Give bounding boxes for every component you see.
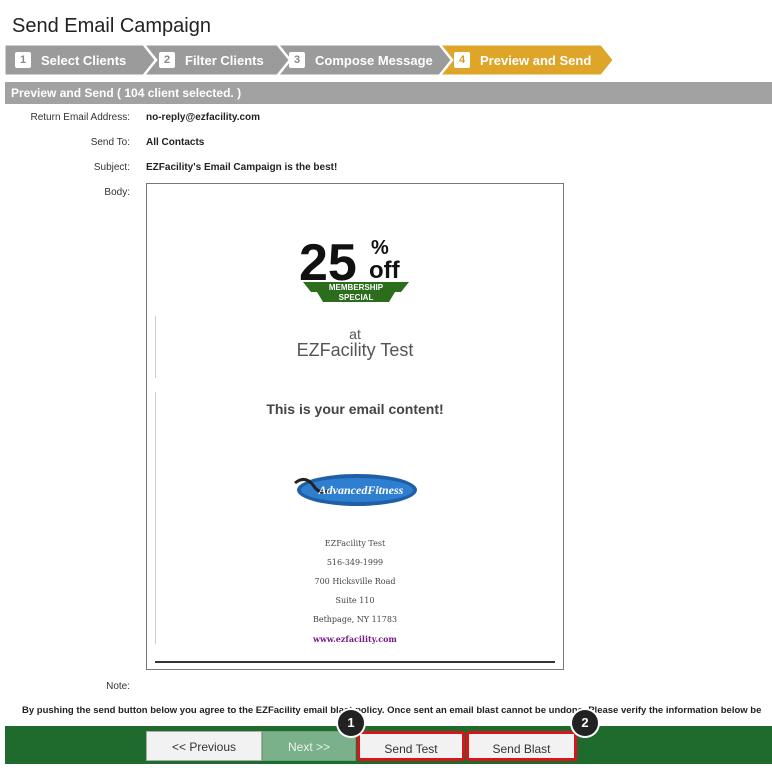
address-line: Suite 110: [335, 596, 375, 605]
promo-25-off-image: 25 % off MEMBERSHIP SPECIAL: [297, 230, 417, 304]
step-number: 4: [454, 52, 470, 68]
send-test-button[interactable]: Send Test: [357, 731, 465, 761]
return-email-value: no-reply@ezfacility.com: [146, 112, 261, 123]
address-line: Bethpage, NY 11783: [312, 615, 398, 624]
previous-button[interactable]: << Previous: [146, 731, 262, 761]
step-number: 1: [15, 52, 31, 68]
svg-text:MEMBERSHIP: MEMBERSHIP: [329, 283, 384, 292]
section-header: Preview and Send ( 104 client selected. …: [5, 82, 772, 104]
content-divider: [155, 392, 156, 644]
step-filter-clients[interactable]: 2 Filter Clients: [143, 45, 264, 75]
step-number: 2: [159, 52, 175, 68]
next-button[interactable]: Next >>: [262, 731, 356, 761]
note-label: Note:: [106, 681, 130, 692]
subject-value: EZFacility's Email Campaign is the best!: [146, 162, 338, 173]
step-select-clients[interactable]: 1 Select Clients: [0, 45, 126, 75]
send-to-label: Send To:: [90, 137, 130, 148]
svg-text:%: %: [371, 237, 389, 259]
callout-badge-2: 2: [572, 710, 598, 736]
step-compose-message[interactable]: 3 Compose Message: [273, 45, 433, 75]
address-line: 516-349-1999: [326, 558, 384, 567]
send-blast-button[interactable]: Send Blast: [466, 731, 577, 761]
address-line: 700 Hicksville Road: [314, 577, 396, 586]
advanced-fitness-logo: AdvancedFitness: [291, 469, 419, 511]
step-number: 3: [289, 52, 305, 68]
address-line: EZFacility Test: [324, 539, 386, 548]
website-link[interactable]: www.ezfacility.com: [147, 634, 563, 644]
preview-bottom-rule: [155, 661, 555, 663]
agreement-text: By pushing the send button below you agr…: [22, 705, 762, 716]
send-to-value: All Contacts: [146, 137, 205, 148]
email-body-preview[interactable]: 25 % off MEMBERSHIP SPECIAL at EZFacilit…: [146, 183, 564, 670]
step-label: Select Clients: [41, 52, 127, 68]
email-content-text: This is your email content!: [266, 401, 444, 417]
svg-text:off: off: [369, 257, 401, 284]
callout-badge-1: 1: [338, 710, 364, 736]
svg-text:SPECIAL: SPECIAL: [339, 293, 374, 302]
step-label: Filter Clients: [185, 52, 264, 68]
page-title: Send Email Campaign: [12, 15, 211, 37]
company-name: EZFacility Test: [296, 340, 414, 360]
body-label: Body:: [104, 187, 130, 198]
wizard-steps: 1 Select Clients 2 Filter Clients 3 Comp…: [5, 45, 765, 75]
step-label: Compose Message: [315, 52, 433, 68]
step-label: Preview and Send: [480, 52, 592, 68]
svg-text:AdvancedFitness: AdvancedFitness: [318, 483, 404, 497]
step-preview-and-send[interactable]: 4 Preview and Send: [438, 45, 591, 75]
subject-label: Subject:: [93, 162, 130, 173]
return-email-label: Return Email Address:: [30, 112, 131, 123]
